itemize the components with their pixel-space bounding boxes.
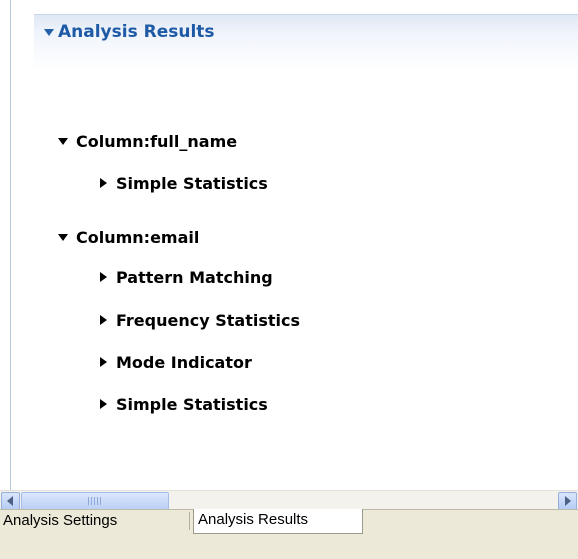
analysis-results-section-header[interactable]: Analysis Results: [34, 14, 578, 71]
tree-node-label: Column:full_name: [76, 132, 238, 151]
arrow-right-icon: [565, 496, 571, 506]
tab-analysis-settings[interactable]: Analysis Settings: [0, 510, 190, 533]
collapsed-arrow-icon[interactable]: [100, 399, 107, 409]
tree-node-label: Mode Indicator: [116, 353, 252, 372]
tree-node-label: Simple Statistics: [116, 174, 268, 193]
scroll-left-button[interactable]: [1, 492, 20, 510]
section-collapse-icon[interactable]: [44, 29, 54, 36]
grip-icon: [88, 497, 102, 505]
analysis-editor: Analysis Results Column:full_name Simple…: [0, 0, 578, 490]
expanded-arrow-icon[interactable]: [58, 234, 68, 241]
editor-tab-bar: Analysis Settings Analysis Results: [0, 509, 578, 559]
tab-analysis-results[interactable]: Analysis Results: [193, 509, 363, 534]
expanded-arrow-icon[interactable]: [58, 138, 68, 145]
tree-node-label: Pattern Matching: [116, 268, 273, 287]
tree-node-label: Simple Statistics: [116, 395, 268, 414]
scrollbar-thumb[interactable]: [21, 492, 169, 510]
collapsed-arrow-icon[interactable]: [100, 272, 107, 282]
collapsed-arrow-icon[interactable]: [100, 178, 107, 188]
collapsed-arrow-icon[interactable]: [100, 315, 107, 325]
tree-node-label: Frequency Statistics: [116, 311, 300, 330]
horizontal-scrollbar[interactable]: [0, 490, 578, 510]
collapsed-arrow-icon[interactable]: [100, 357, 107, 367]
section-title[interactable]: Analysis Results: [58, 22, 215, 42]
editor-left-border: [10, 0, 11, 490]
tab-separator: [189, 512, 190, 530]
tree-node-label: Column:email: [76, 228, 200, 247]
arrow-left-icon: [7, 496, 13, 506]
scroll-right-button[interactable]: [558, 492, 577, 510]
